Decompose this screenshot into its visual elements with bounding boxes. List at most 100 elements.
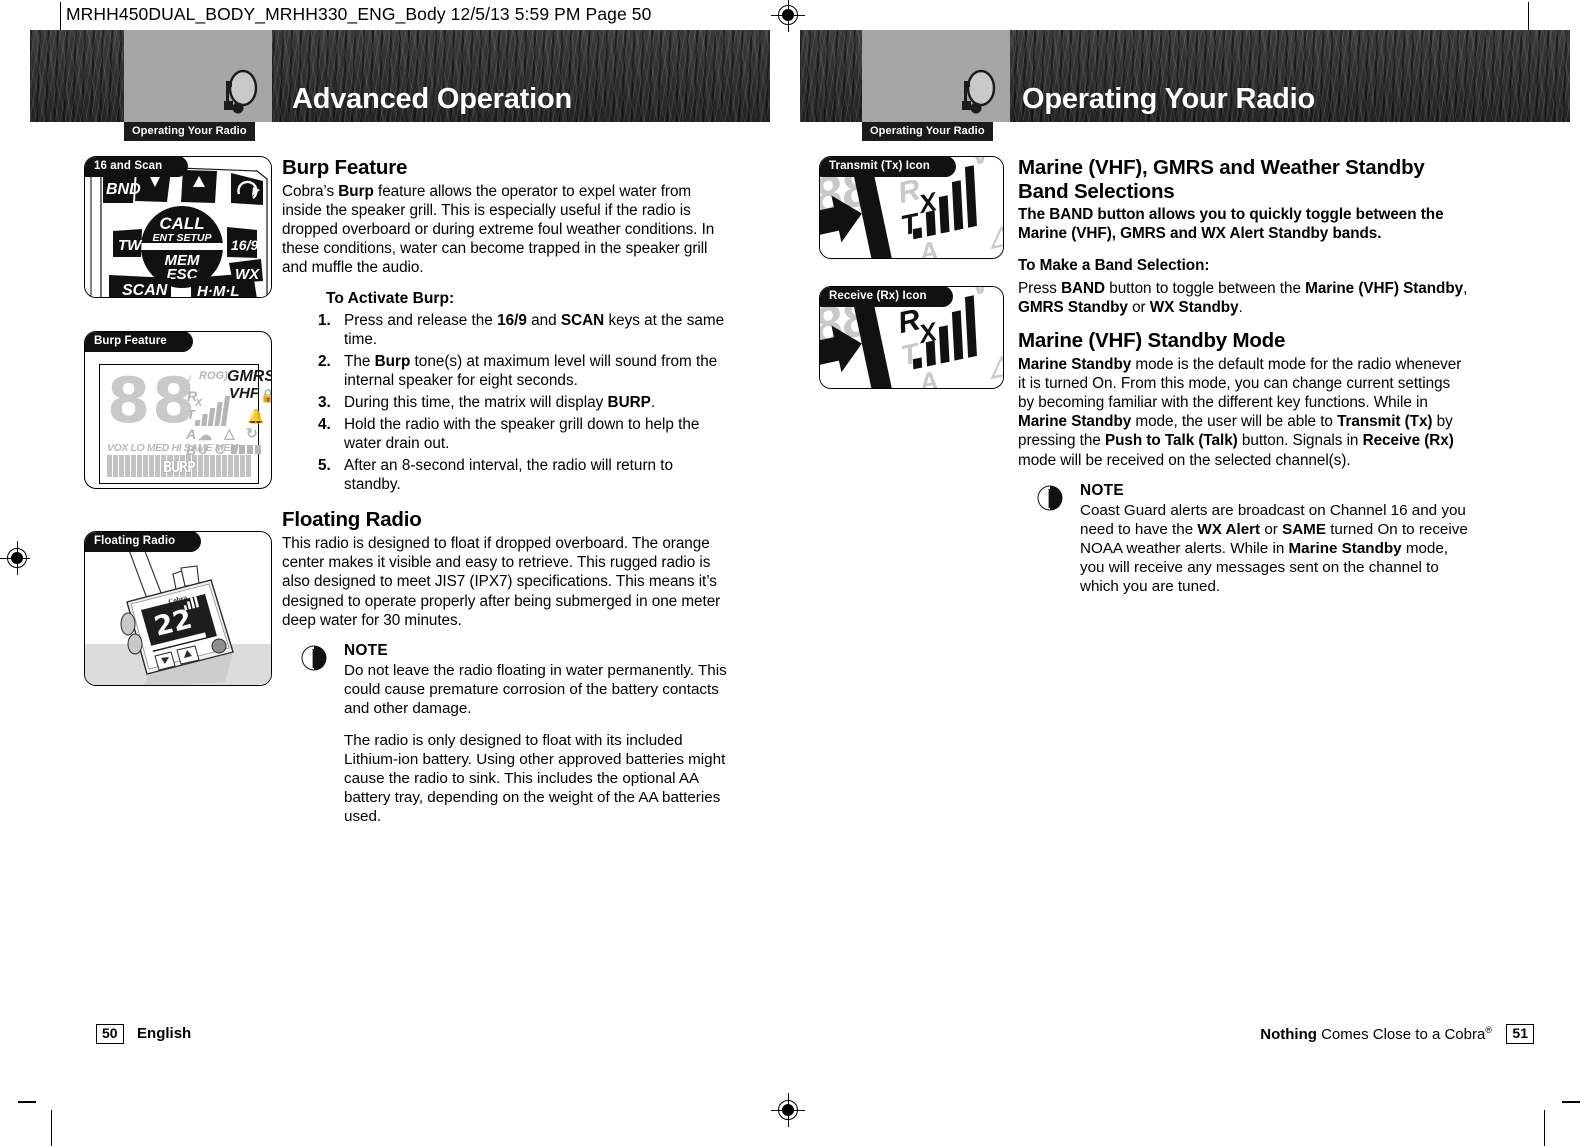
section-heading-marine-standby-mode: Marine (VHF) Standby Mode bbox=[1018, 329, 1286, 353]
right-header-band: Operating Your Radio bbox=[800, 30, 1570, 122]
figure-burp-feature: Burp Feature 88 ♪ ROG) GMRS VHF 🔒 R X T … bbox=[84, 331, 272, 489]
footer-tagline-rest: Comes Close to a Cobra bbox=[1316, 1025, 1486, 1043]
svg-text:H·M·L: H·M·L bbox=[197, 283, 239, 298]
left-footer: 50 English bbox=[96, 1023, 192, 1044]
crop-mark-bottom-right bbox=[1562, 1101, 1580, 1103]
step-item: 1. Press and release the 16/9 and SCAN k… bbox=[282, 311, 730, 349]
note-paragraph: The radio is only designed to float with… bbox=[344, 731, 726, 825]
section-heading-floating-radio: Floating Radio bbox=[282, 508, 422, 532]
crop-mark-bottom-left bbox=[18, 1101, 36, 1103]
burp-feature-paragraph: Cobra’s Burp feature allows the operator… bbox=[282, 182, 715, 277]
step-text: The Burp tone(s) at maximum level will s… bbox=[344, 352, 718, 389]
step-number: 1. bbox=[318, 311, 331, 329]
left-header-grey-box bbox=[124, 30, 272, 122]
page-number-left: 50 bbox=[96, 1023, 124, 1044]
figure-burp-feature-label: Burp Feature bbox=[85, 332, 193, 352]
lcd-mode-row: VOX LO MED HI SAME MEM bbox=[107, 442, 239, 454]
footer-tagline: Nothing Comes Close to a Cobra® bbox=[1260, 1024, 1492, 1043]
footer-language: English bbox=[137, 1025, 192, 1043]
handheld-radio-icon bbox=[224, 69, 258, 114]
svg-text:16/9: 16/9 bbox=[231, 237, 258, 253]
note-paragraph: Do not leave the radio floating in water… bbox=[344, 661, 727, 717]
figure-transmit-tx-label: Transmit (Tx) Icon bbox=[820, 157, 956, 177]
step-number: 2. bbox=[318, 352, 331, 370]
right-text-column: Marine (VHF), GMRS and Weather Standby B… bbox=[1018, 156, 1470, 596]
registration-mark-top bbox=[771, 0, 805, 32]
figure-receive-rx-icon: Receive (Rx) Icon 88 ♪ V R X T bbox=[819, 286, 1004, 389]
cobra-note-icon bbox=[1037, 485, 1063, 511]
step-number: 4. bbox=[318, 416, 331, 434]
svg-text:BND: BND bbox=[106, 181, 141, 198]
lcd-gmrs-indicator: GMRS bbox=[227, 368, 272, 385]
band-selections-lead: The BAND button allows you to quickly to… bbox=[1018, 206, 1444, 243]
registration-mark-left bbox=[0, 541, 34, 575]
step-text: During this time, the matrix will displa… bbox=[344, 393, 656, 411]
step-item: 4. Hold the radio with the speaker grill… bbox=[282, 415, 730, 453]
keypad-illustration: BND CALL ENT SETUP MEM ESC TW 16/9 SCAN … bbox=[85, 157, 271, 298]
steps-heading: To Activate Burp: bbox=[326, 289, 455, 307]
lcd-a-indicator: A bbox=[186, 426, 197, 442]
band-selection-instruction: Press BAND button to toggle between the … bbox=[1018, 279, 1468, 316]
burp-activation-steps: To Activate Burp: 1. Press and release t… bbox=[282, 290, 730, 495]
svg-text:CALL: CALL bbox=[159, 214, 204, 233]
print-slug: MRHH450DUAL_BODY_MRHH330_ENG_Body 12/5/1… bbox=[66, 4, 652, 24]
step-number: 3. bbox=[318, 393, 331, 411]
svg-text:ENT SETUP: ENT SETUP bbox=[153, 232, 213, 244]
cobra-note-icon bbox=[301, 645, 327, 671]
note-title: NOTE bbox=[344, 641, 388, 659]
step-text: Press and release the 16/9 and SCAN keys… bbox=[344, 311, 725, 348]
page-left: Advanced Operation Operating Your Radio … bbox=[30, 30, 770, 1044]
marine-standby-paragraph: Marine Standby mode is the default mode … bbox=[1018, 355, 1462, 469]
figure-floating-radio: Floating Radio Cobra 22 bbox=[84, 531, 272, 686]
band-selection-subhead: To Make a Band Selection: bbox=[1018, 256, 1210, 274]
crop-mark-bottom-right-vertical bbox=[1544, 1110, 1545, 1146]
footer-tagline-registered: ® bbox=[1485, 1024, 1492, 1035]
step-text: After an 8-second interval, the radio wi… bbox=[344, 457, 674, 494]
note-block-floating-radio: NOTE Do not leave the radio floating in … bbox=[282, 642, 730, 826]
figure-16-and-scan-label: 16 and Scan bbox=[85, 157, 189, 177]
footer-tagline-bold: Nothing bbox=[1260, 1025, 1317, 1043]
lcd-tone-note-icon: ♪ bbox=[187, 372, 193, 384]
floating-radio-paragraph: This radio is designed to float if dropp… bbox=[282, 535, 721, 629]
page-number-right: 51 bbox=[1506, 1023, 1534, 1044]
registration-mark-bottom bbox=[771, 1093, 805, 1127]
figure-floating-radio-label: Floating Radio bbox=[85, 532, 202, 552]
handheld-radio-icon bbox=[962, 69, 996, 114]
lcd-matrix-text: BURP bbox=[162, 458, 196, 476]
step-item: 2. The Burp tone(s) at maximum level wil… bbox=[282, 352, 730, 390]
lcd-rog-indicator: ROG) bbox=[199, 370, 228, 382]
left-header-band: Advanced Operation bbox=[30, 30, 770, 122]
step-text: Hold the radio with the speaker grill do… bbox=[344, 416, 700, 453]
svg-text:WX: WX bbox=[235, 266, 260, 283]
right-page-title: Operating Your Radio bbox=[1022, 83, 1316, 115]
right-header-grey-box bbox=[862, 30, 1010, 122]
floating-radio-illustration: Cobra 22 bbox=[85, 532, 271, 685]
svg-text:TW: TW bbox=[118, 237, 143, 254]
lcd-alarm-bell-icon: 🔔 bbox=[247, 408, 265, 424]
section-heading-burp-feature: Burp Feature bbox=[282, 156, 408, 179]
lcd-channel-digits: 88 bbox=[107, 364, 198, 437]
figure-transmit-tx-icon: Transmit (Tx) Icon 88 ♪ V R X T bbox=[819, 156, 1004, 259]
note-paragraph: Coast Guard alerts are broadcast on Chan… bbox=[1080, 501, 1468, 595]
lcd-signal-bars bbox=[194, 396, 231, 426]
lcd-tx-indicator: T bbox=[187, 407, 195, 422]
lcd-scan-loop-icon: ↻ bbox=[246, 425, 258, 441]
slug-rule-left bbox=[60, 2, 61, 32]
lcd-lock-icon: 🔒 bbox=[260, 388, 271, 404]
left-text-column: Burp Feature Cobra’s Burp feature allows… bbox=[282, 156, 730, 826]
figure-16-and-scan: 16 and Scan BND CALL ENT SETUP MEM ESC T… bbox=[84, 156, 272, 298]
note-block-coast-guard: NOTE Coast Guard alerts are broadcast on… bbox=[1018, 482, 1470, 596]
right-header-tab: Operating Your Radio bbox=[862, 122, 993, 141]
right-footer: Nothing Comes Close to a Cobra® 51 bbox=[1260, 1023, 1534, 1044]
lcd-warning-triangle-icon: △ bbox=[224, 425, 235, 441]
page-right: Operating Your Radio Operating Your Radi… bbox=[800, 30, 1570, 1044]
figure-receive-rx-label: Receive (Rx) Icon bbox=[820, 287, 953, 307]
step-item: 5. After an 8-second interval, the radio… bbox=[282, 456, 730, 494]
lcd-vhf-indicator: VHF bbox=[229, 385, 259, 402]
note-title: NOTE bbox=[1080, 481, 1124, 499]
crop-mark-bottom-left-vertical bbox=[51, 1110, 52, 1146]
slug-rule-right bbox=[1528, 2, 1529, 32]
step-item: 3. During this time, the matrix will dis… bbox=[282, 393, 730, 412]
left-page-title: Advanced Operation bbox=[292, 83, 573, 115]
step-number: 5. bbox=[318, 457, 331, 475]
